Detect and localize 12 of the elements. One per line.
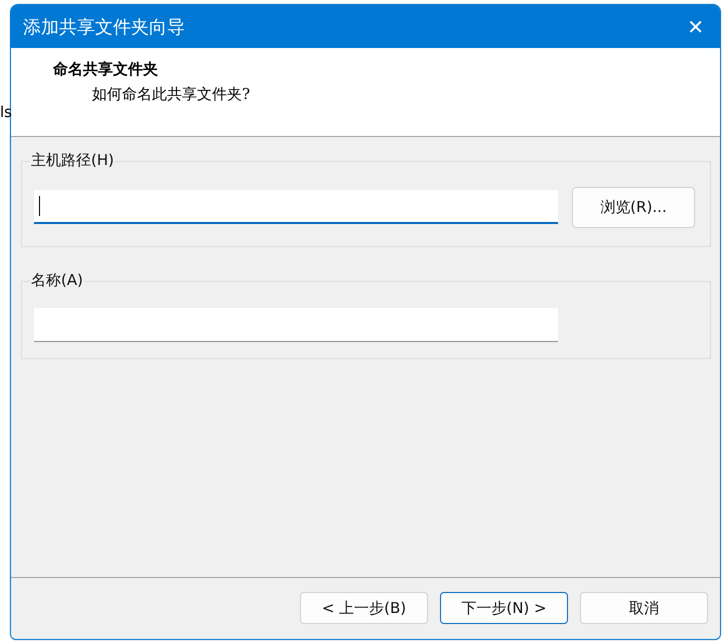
page-subtitle: 如何命名此共享文件夹?	[92, 85, 252, 104]
group-label: 名称(A)	[30, 271, 84, 290]
close-button[interactable]: ✕	[683, 14, 708, 38]
wizard-button[interactable]: 下一步(N) >	[440, 592, 568, 624]
input-field[interactable]	[34, 190, 558, 224]
window-title: 添加共享文件夹向导	[23, 16, 185, 38]
group-label: 主机路径(H)	[30, 151, 115, 170]
wizard-button[interactable]: < 上一步(B)	[300, 592, 428, 624]
browse-button[interactable]: 浏览(R)...	[572, 186, 695, 228]
page-title: 命名共享文件夹	[53, 60, 159, 79]
wizard-button[interactable]: 取消	[580, 592, 708, 624]
input-field[interactable]	[34, 308, 558, 342]
